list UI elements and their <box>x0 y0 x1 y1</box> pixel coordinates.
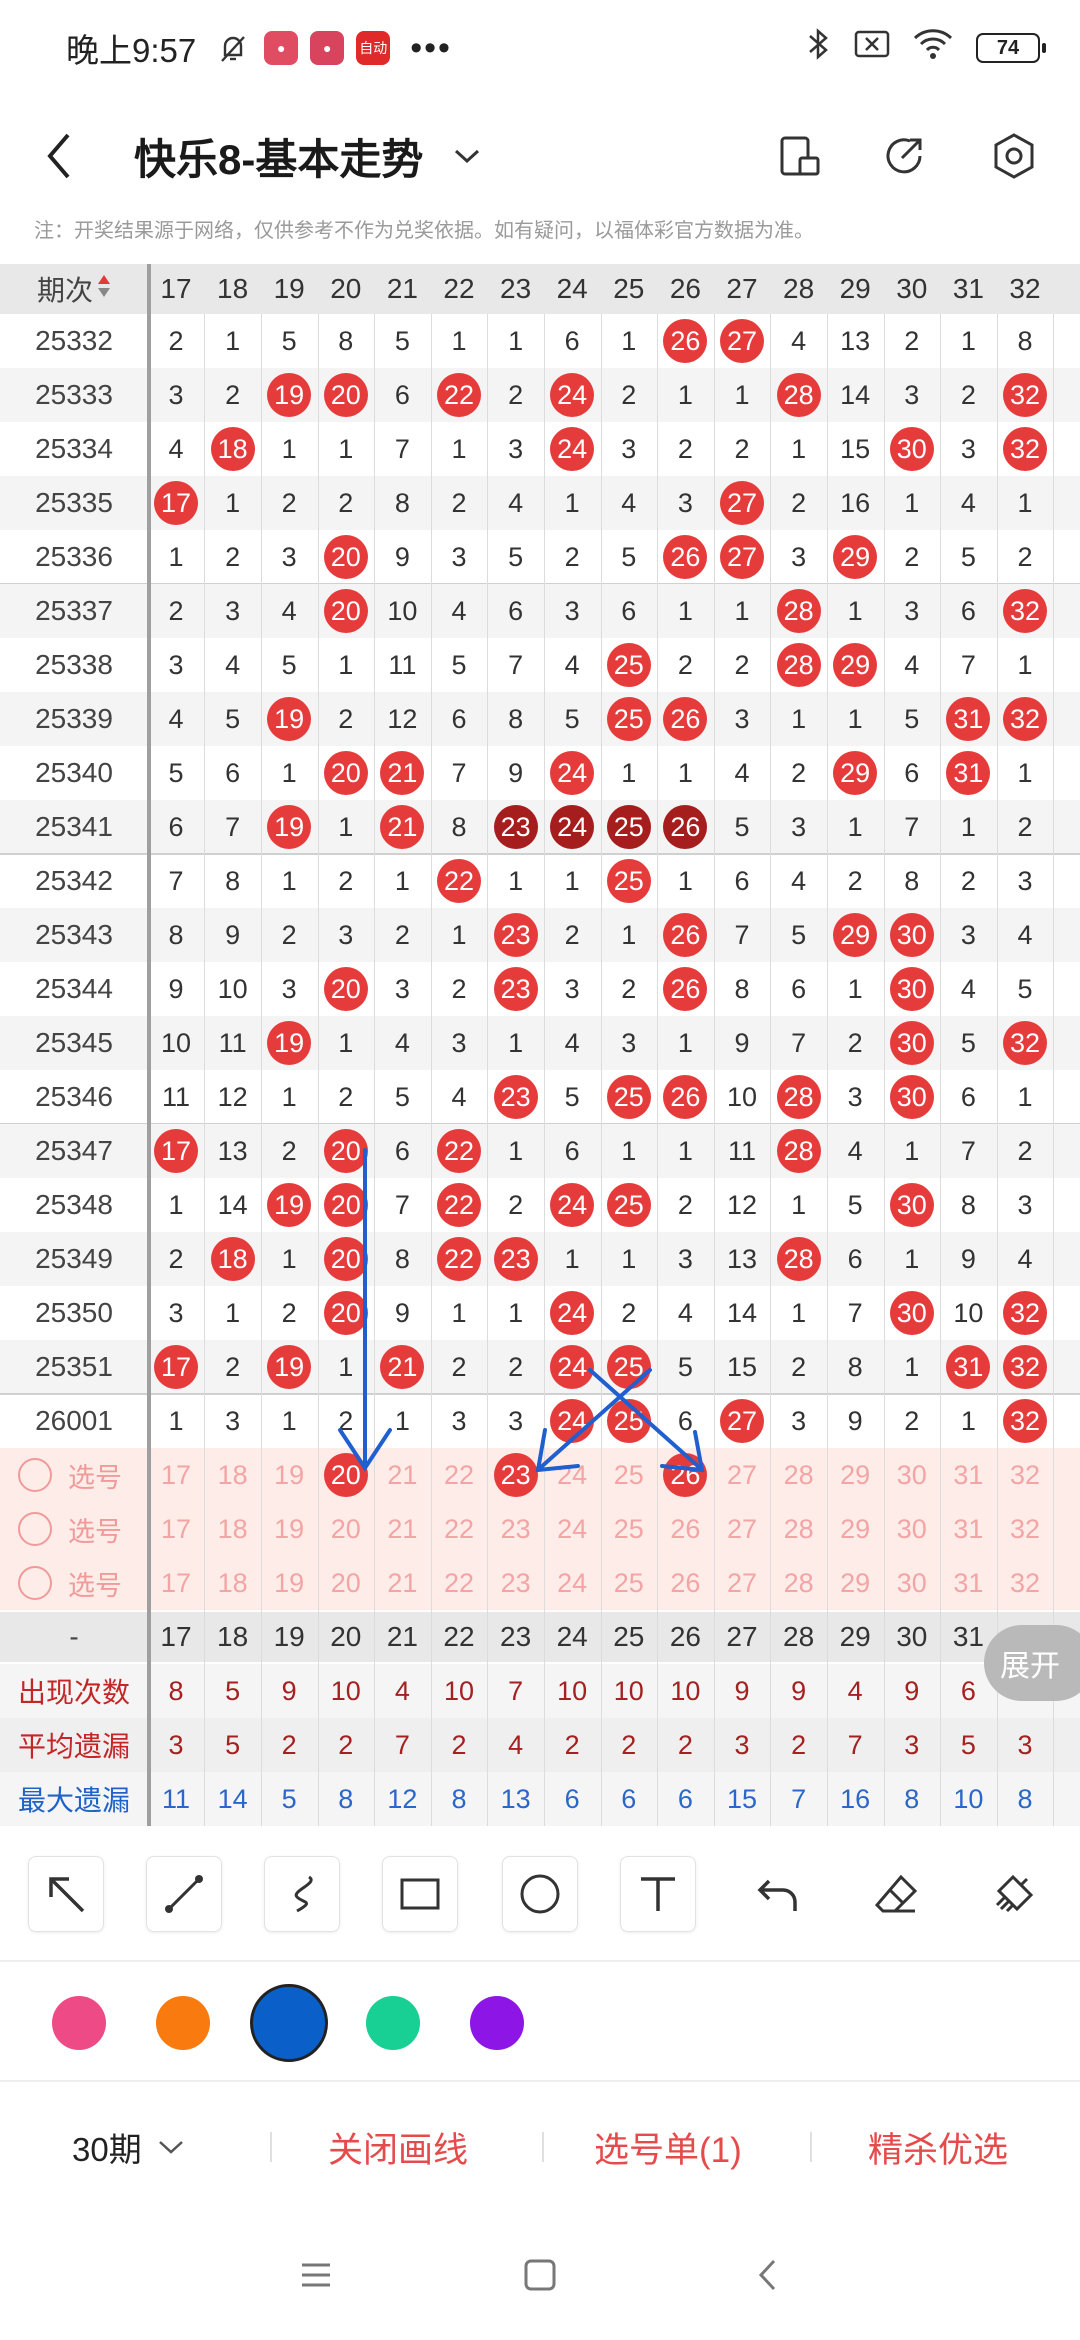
color-swatch-orange[interactable] <box>156 1996 210 2050</box>
clear-brush-icon <box>995 1874 1034 1913</box>
divider <box>270 2132 272 2162</box>
rectangle-tool-button[interactable] <box>382 1856 458 1932</box>
home-square-icon <box>524 2259 556 2291</box>
eraser-icon <box>874 1874 918 1913</box>
premium-button[interactable]: 精杀优选 <box>868 2082 1008 2212</box>
curve-tool-icon <box>294 1875 313 1913</box>
line-tool-button[interactable] <box>146 1856 222 1932</box>
back-nav-icon <box>758 2259 776 2291</box>
rectangle-tool-icon <box>400 1878 440 1910</box>
period-select-label: 30期 <box>72 2131 142 2168</box>
drawing-toolbar <box>0 1840 1080 1950</box>
back-nav-button[interactable] <box>738 2245 798 2305</box>
system-nav-bar <box>0 2210 1080 2340</box>
arrow-tool-button[interactable] <box>28 1856 104 1932</box>
divider <box>810 2132 812 2162</box>
line-tool-icon <box>165 1875 203 1913</box>
close-lines-button[interactable]: 关闭画线 <box>328 2082 468 2212</box>
arrow-tool-icon <box>49 1877 85 1913</box>
menu-icon <box>302 2263 330 2287</box>
circle-tool-button[interactable] <box>502 1856 578 1932</box>
color-swatch-pink[interactable] <box>52 1996 106 2050</box>
period-select[interactable]: 30期 <box>72 2082 186 2212</box>
color-swatch-blue-selected[interactable] <box>250 1984 328 2062</box>
eraser-button[interactable] <box>858 1856 934 1932</box>
expand-label: 展开 <box>1000 1650 1060 1683</box>
ticket-button[interactable]: 选号单(1) <box>594 2082 742 2212</box>
drawn-arrow <box>588 1368 702 1470</box>
menu-nav-button[interactable] <box>286 2245 346 2305</box>
color-swatch-green[interactable] <box>366 1996 420 2050</box>
curve-tool-button[interactable] <box>264 1856 340 1932</box>
drawn-arrow <box>538 1368 652 1470</box>
undo-icon <box>757 1879 797 1911</box>
bottom-action-bar: 30期 关闭画线 选号单(1) 精杀优选 <box>0 2080 1080 2210</box>
text-tool-button[interactable] <box>620 1856 696 1932</box>
home-nav-button[interactable] <box>510 2245 570 2305</box>
color-swatch-purple[interactable] <box>470 1996 524 2050</box>
text-tool-icon <box>641 1877 675 1911</box>
expand-button[interactable]: 展开 <box>984 1625 1080 1701</box>
color-palette <box>0 1960 1080 2070</box>
undo-button[interactable] <box>740 1856 816 1932</box>
divider <box>542 2132 544 2162</box>
chevron-down-icon <box>158 2141 183 2154</box>
clear-brush-button[interactable] <box>976 1856 1052 1932</box>
circle-tool-icon <box>520 1874 560 1914</box>
